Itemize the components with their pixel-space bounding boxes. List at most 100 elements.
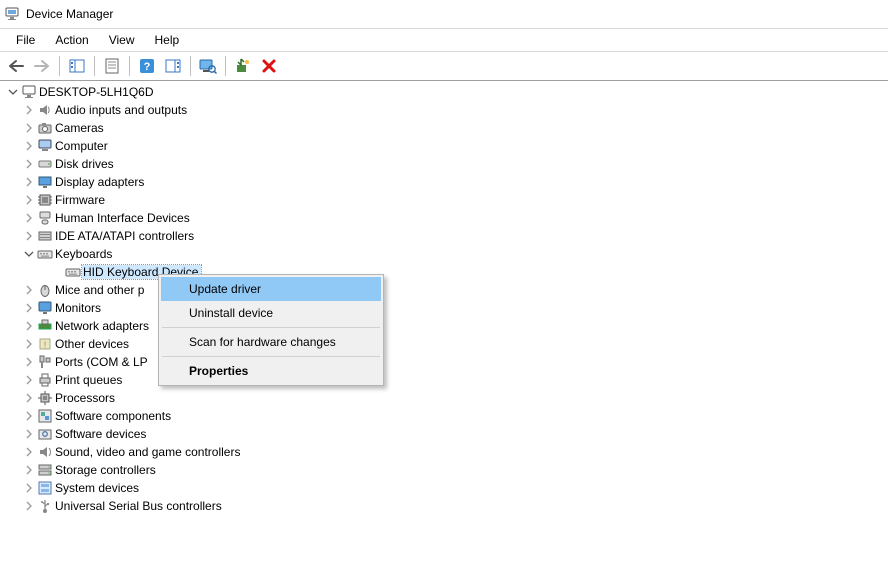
device-category-label: Processors bbox=[54, 391, 118, 405]
device-category-icon bbox=[36, 246, 54, 262]
back-button[interactable] bbox=[4, 55, 28, 77]
device-category-label: Human Interface Devices bbox=[54, 211, 193, 225]
menu-help[interactable]: Help bbox=[145, 31, 190, 49]
device-category-icon bbox=[36, 408, 54, 424]
tree-node: Processors bbox=[0, 389, 888, 407]
menu-scan-hardware[interactable]: Scan for hardware changes bbox=[161, 330, 381, 354]
uninstall-device-button[interactable] bbox=[257, 55, 281, 77]
tree-row[interactable]: Display adapters bbox=[0, 173, 888, 191]
show-hide-action-pane-button[interactable] bbox=[161, 55, 185, 77]
help-button[interactable]: ? bbox=[135, 55, 159, 77]
device-category-label: IDE ATA/ATAPI controllers bbox=[54, 229, 197, 243]
device-category-icon bbox=[36, 228, 54, 244]
chevron-right-icon[interactable] bbox=[22, 427, 36, 441]
tree-row[interactable]: Processors bbox=[0, 389, 888, 407]
chevron-right-icon[interactable] bbox=[22, 193, 36, 207]
tree-node: Keyboards HID Keyboard Device bbox=[0, 245, 888, 281]
chevron-right-icon[interactable] bbox=[22, 103, 36, 117]
menu-update-driver[interactable]: Update driver bbox=[161, 277, 381, 301]
chevron-right-icon[interactable] bbox=[22, 337, 36, 351]
tree-node: Network adapters bbox=[0, 317, 888, 335]
chevron-right-icon[interactable] bbox=[22, 481, 36, 495]
tree-row[interactable]: Cameras bbox=[0, 119, 888, 137]
tree-row[interactable]: Firmware bbox=[0, 191, 888, 209]
tree-row[interactable]: Storage controllers bbox=[0, 461, 888, 479]
chevron-right-icon[interactable] bbox=[22, 463, 36, 477]
chevron-right-icon[interactable] bbox=[22, 355, 36, 369]
device-category-label: Audio inputs and outputs bbox=[54, 103, 190, 117]
keyboard-device-icon bbox=[64, 264, 82, 280]
chevron-right-icon[interactable] bbox=[22, 211, 36, 225]
chevron-right-icon[interactable] bbox=[22, 445, 36, 459]
tree-row[interactable]: Universal Serial Bus controllers bbox=[0, 497, 888, 515]
menu-properties[interactable]: Properties bbox=[161, 359, 381, 383]
device-category-label: Network adapters bbox=[54, 319, 152, 333]
device-category-label: Computer bbox=[54, 139, 111, 153]
tree-row[interactable]: System devices bbox=[0, 479, 888, 497]
tree-node: Software components bbox=[0, 407, 888, 425]
menu-file[interactable]: File bbox=[6, 31, 45, 49]
tree-node: Audio inputs and outputs bbox=[0, 101, 888, 119]
chevron-right-icon[interactable] bbox=[22, 373, 36, 387]
tree-row[interactable]: !Other devices bbox=[0, 335, 888, 353]
menu-uninstall-device[interactable]: Uninstall device bbox=[161, 301, 381, 325]
device-category-icon bbox=[36, 120, 54, 136]
chevron-right-icon[interactable] bbox=[22, 175, 36, 189]
tree-row[interactable]: HID Keyboard Device bbox=[0, 263, 888, 281]
device-category-label: Sound, video and game controllers bbox=[54, 445, 243, 459]
tree-row[interactable]: Human Interface Devices bbox=[0, 209, 888, 227]
forward-button[interactable] bbox=[30, 55, 54, 77]
tree-row[interactable]: Ports (COM & LP bbox=[0, 353, 888, 371]
device-category-icon bbox=[36, 282, 54, 298]
tree-row[interactable]: Software devices bbox=[0, 425, 888, 443]
device-category-icon bbox=[36, 444, 54, 460]
chevron-right-icon[interactable] bbox=[22, 157, 36, 171]
device-category-icon bbox=[36, 102, 54, 118]
properties-button[interactable] bbox=[100, 55, 124, 77]
device-category-label: Keyboards bbox=[54, 247, 115, 261]
chevron-right-icon[interactable] bbox=[22, 301, 36, 315]
tree-row[interactable]: Network adapters bbox=[0, 317, 888, 335]
tree-node: IDE ATA/ATAPI controllers bbox=[0, 227, 888, 245]
tree-row[interactable]: Sound, video and game controllers bbox=[0, 443, 888, 461]
update-driver-button[interactable] bbox=[231, 55, 255, 77]
chevron-right-icon[interactable] bbox=[22, 319, 36, 333]
chevron-right-icon[interactable] bbox=[22, 283, 36, 297]
menu-action[interactable]: Action bbox=[45, 31, 98, 49]
tree-row[interactable]: Computer bbox=[0, 137, 888, 155]
tree-node: Firmware bbox=[0, 191, 888, 209]
tree-row[interactable]: Print queues bbox=[0, 371, 888, 389]
tree-row[interactable]: IDE ATA/ATAPI controllers bbox=[0, 227, 888, 245]
chevron-down-icon[interactable] bbox=[6, 85, 20, 99]
device-category-label: Cameras bbox=[54, 121, 107, 135]
svg-text:?: ? bbox=[144, 61, 151, 73]
tree-row-root[interactable]: DESKTOP-5LH1Q6D bbox=[0, 83, 888, 101]
chevron-down-icon[interactable] bbox=[22, 247, 36, 261]
chevron-right-icon[interactable] bbox=[22, 391, 36, 405]
show-hide-console-tree-button[interactable] bbox=[65, 55, 89, 77]
chevron-right-icon[interactable] bbox=[22, 121, 36, 135]
tree-row[interactable]: Disk drives bbox=[0, 155, 888, 173]
tree-children: Audio inputs and outputs Cameras Computer D… bbox=[0, 101, 888, 515]
tree-row[interactable]: Keyboards bbox=[0, 245, 888, 263]
chevron-right-icon[interactable] bbox=[22, 139, 36, 153]
scan-hardware-button[interactable] bbox=[196, 55, 220, 77]
menu-separator bbox=[162, 327, 380, 328]
chevron-right-icon[interactable] bbox=[22, 409, 36, 423]
toolbar-separator bbox=[94, 56, 95, 76]
computer-root-icon bbox=[20, 84, 38, 100]
device-category-label: Monitors bbox=[54, 301, 104, 315]
tree-row[interactable]: Mice and other p bbox=[0, 281, 888, 299]
menu-view[interactable]: View bbox=[99, 31, 145, 49]
device-tree[interactable]: DESKTOP-5LH1Q6D Audio inputs and outputs… bbox=[0, 81, 888, 585]
tree-row[interactable]: Software components bbox=[0, 407, 888, 425]
device-category-icon bbox=[36, 192, 54, 208]
device-category-icon bbox=[36, 138, 54, 154]
chevron-right-icon[interactable] bbox=[22, 229, 36, 243]
tree-row[interactable]: Monitors bbox=[0, 299, 888, 317]
title-bar: Device Manager bbox=[0, 0, 888, 29]
tree-row[interactable]: Audio inputs and outputs bbox=[0, 101, 888, 119]
chevron-right-icon[interactable] bbox=[22, 499, 36, 513]
tree-root: DESKTOP-5LH1Q6D Audio inputs and outputs… bbox=[0, 83, 888, 515]
tree-node: Cameras bbox=[0, 119, 888, 137]
